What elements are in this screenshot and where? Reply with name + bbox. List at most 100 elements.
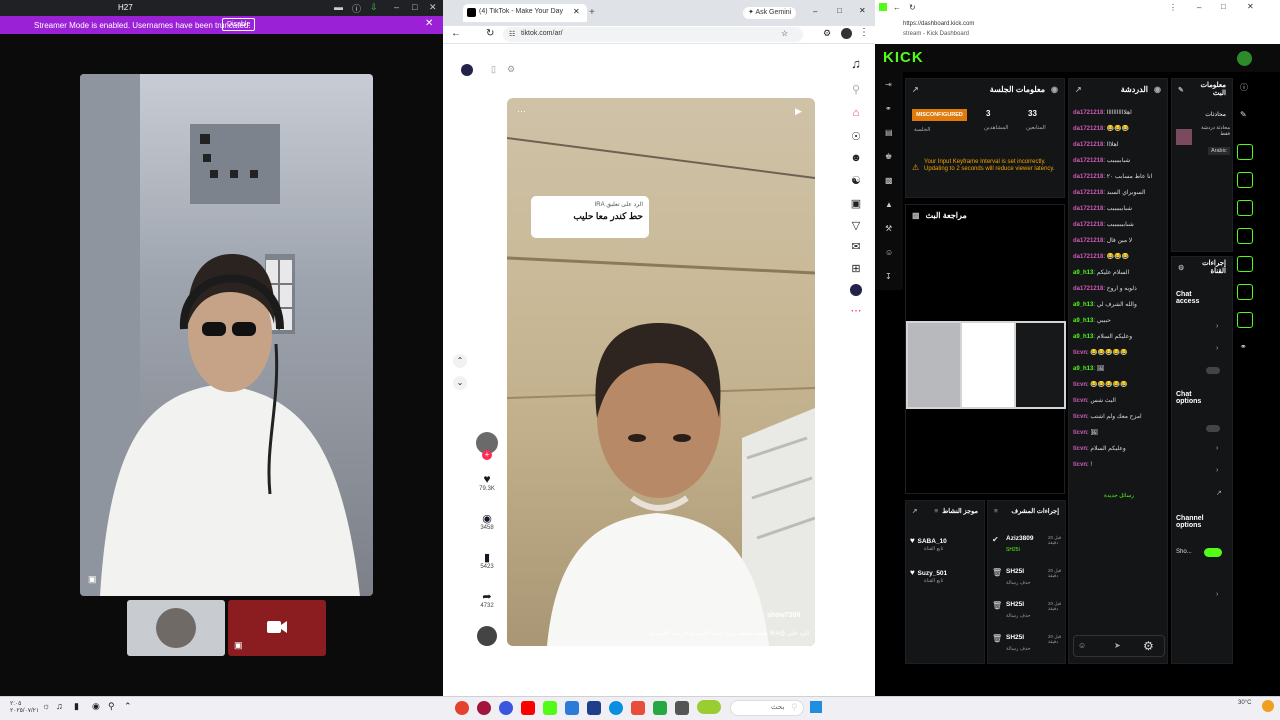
reload-icon[interactable]: ↻	[909, 3, 916, 12]
link-icon[interactable]: ⚭	[1240, 342, 1247, 351]
filter-icon[interactable]: ≡	[934, 508, 938, 515]
profile-avatar[interactable]	[841, 28, 852, 39]
app-taskbar-icon[interactable]	[653, 701, 667, 715]
expand-icon[interactable]: ↗	[912, 85, 919, 94]
screen-share-icon[interactable]: ▣	[88, 574, 97, 585]
toggle-switch[interactable]	[1206, 367, 1220, 374]
toggle-switch[interactable]	[1206, 425, 1220, 432]
minimize-icon[interactable]: ▬	[334, 2, 343, 12]
send-icon[interactable]: ➤	[1114, 641, 1121, 650]
messages-icon[interactable]: ✉	[847, 237, 865, 255]
tiktok-video[interactable]: ⋯ ▶ الرد على تعليق IRA حط كندر معا حليب …	[507, 98, 815, 646]
tool-button[interactable]	[1237, 284, 1253, 300]
settings-icon[interactable]: ⚙	[507, 64, 515, 75]
chevron-right-icon[interactable]: ›	[1216, 323, 1218, 330]
tiktok-logo-icon[interactable]: ♫	[847, 54, 865, 72]
info-icon[interactable]: ⓘ	[1240, 82, 1248, 93]
chat-username[interactable]: a9_h13	[1073, 334, 1093, 340]
battery-icon[interactable]: ▮	[74, 701, 79, 712]
following-icon[interactable]: ☻	[847, 149, 865, 167]
chat-username[interactable]: da1721218	[1073, 286, 1103, 292]
taskbar-search[interactable]: بحث ⚲	[730, 700, 804, 716]
taskbar-clock[interactable]: ٢:٠٥ ٢٠٢٥/٠٧/٢١	[10, 701, 39, 715]
stats-icon[interactable]: ▲	[885, 200, 893, 209]
edit-icon[interactable]: ✎	[1178, 86, 1184, 94]
chat-username[interactable]: da1721218	[1073, 174, 1103, 180]
chat-username[interactable]: da1721218	[1073, 222, 1103, 228]
external-icon[interactable]: ↗	[1216, 489, 1222, 497]
ask-gemini-button[interactable]: ✦ Ask Gemini	[743, 7, 797, 19]
show-hidden-icons[interactable]: ⌃	[124, 701, 132, 712]
chat-username[interactable]: ticvn	[1073, 382, 1087, 388]
tool-button[interactable]	[1237, 172, 1253, 188]
window-minimize-icon[interactable]: –	[1197, 3, 1201, 12]
home-icon[interactable]: ⌂	[847, 104, 865, 122]
more-options-icon[interactable]: ⋯	[517, 106, 526, 117]
window-minimize-icon[interactable]: –	[394, 2, 399, 12]
back-icon[interactable]: ←	[893, 3, 901, 12]
download-icon[interactable]: ⇩	[370, 2, 378, 13]
device-icon[interactable]: ▯	[491, 64, 496, 75]
chrome-taskbar-icon[interactable]	[455, 701, 469, 715]
chat-username[interactable]: ticvn	[1073, 462, 1087, 468]
window-close-icon[interactable]: ✕	[429, 2, 437, 13]
window-maximize-icon[interactable]: □	[1221, 2, 1226, 11]
chat-username[interactable]: a9_h13	[1073, 318, 1093, 324]
video-tool-icon[interactable]: ▩	[885, 176, 893, 185]
chat-username[interactable]: da1721218	[1073, 206, 1103, 212]
volume-icon[interactable]: ♫	[56, 701, 63, 711]
pen-icon[interactable]: ✎	[1240, 110, 1247, 119]
chat-username[interactable]: a9_h13	[1073, 270, 1093, 276]
window-maximize-icon[interactable]: □	[412, 2, 417, 12]
creator-mini-avatar[interactable]	[461, 64, 473, 76]
wifi-icon[interactable]: ☼	[42, 701, 50, 711]
browser-menu-icon[interactable]: ⋮	[859, 27, 869, 38]
tool-button[interactable]	[1237, 144, 1253, 160]
new-tab-icon[interactable]: +	[589, 7, 595, 18]
volume-icon[interactable]: ▶	[795, 106, 802, 117]
user-avatar[interactable]	[1237, 51, 1252, 66]
chat-username[interactable]: da1721218	[1073, 110, 1103, 116]
upload-icon[interactable]: ▽	[847, 216, 865, 234]
chevron-right-icon[interactable]: ›	[1216, 467, 1218, 474]
reload-icon[interactable]: ↻	[486, 28, 494, 39]
app-taskbar-icon[interactable]	[565, 701, 579, 715]
add-icon[interactable]: ⊞	[847, 259, 865, 277]
chat-username[interactable]: da1721218	[1073, 126, 1103, 132]
chevron-right-icon[interactable]: ›	[1216, 591, 1218, 598]
more-icon[interactable]: ⋯	[847, 301, 865, 319]
chat-username[interactable]: da1721218	[1073, 238, 1103, 244]
show-toggle-on[interactable]	[1204, 548, 1222, 557]
chat-username[interactable]: da1721218	[1073, 158, 1103, 164]
friends-icon[interactable]: ☯	[847, 171, 865, 189]
window-maximize-icon[interactable]: □	[837, 6, 842, 15]
window-close-icon[interactable]: ✕	[1247, 2, 1254, 11]
chat-username[interactable]: ticvn	[1073, 446, 1087, 452]
disable-streamer-button[interactable]: Disable	[222, 18, 256, 31]
app-taskbar-icon[interactable]	[477, 701, 491, 715]
sound-disc[interactable]	[475, 626, 499, 646]
like-button[interactable]: ♥ 79.3K	[475, 472, 499, 492]
help-icon[interactable]: ⓘ	[352, 2, 361, 15]
creator-avatar[interactable]: +	[475, 432, 499, 460]
next-video-button[interactable]: ⌄	[453, 376, 467, 390]
stream-preview[interactable]	[906, 321, 1066, 409]
profile-icon[interactable]	[847, 281, 865, 299]
menu-icon[interactable]: ⋮	[1169, 3, 1177, 12]
app-taskbar-icon[interactable]	[587, 701, 601, 715]
popout-icon[interactable]: ↗	[1075, 85, 1082, 94]
mic-icon[interactable]: ◉	[92, 701, 100, 712]
chat-username[interactable]: ticvn	[1073, 398, 1087, 404]
follow-plus-icon[interactable]: +	[482, 450, 492, 460]
chat-tool-icon[interactable]: ▤	[885, 128, 893, 137]
chat-username[interactable]: ticvn	[1073, 350, 1087, 356]
trophy-icon[interactable]: ♚	[885, 152, 892, 161]
filter-icon[interactable]: ≡	[994, 508, 998, 515]
app-taskbar-icon[interactable]	[631, 701, 645, 715]
kick-url[interactable]: https://dashboard.kick.com	[903, 21, 974, 27]
browser-tab[interactable]: (4) TikTok - Make Your Day ✕	[463, 4, 587, 22]
tool-button[interactable]	[1237, 228, 1253, 244]
tool-button[interactable]	[1237, 312, 1253, 328]
camera-off-tile[interactable]: ▣	[228, 600, 326, 656]
edge-taskbar-icon[interactable]	[609, 701, 623, 715]
